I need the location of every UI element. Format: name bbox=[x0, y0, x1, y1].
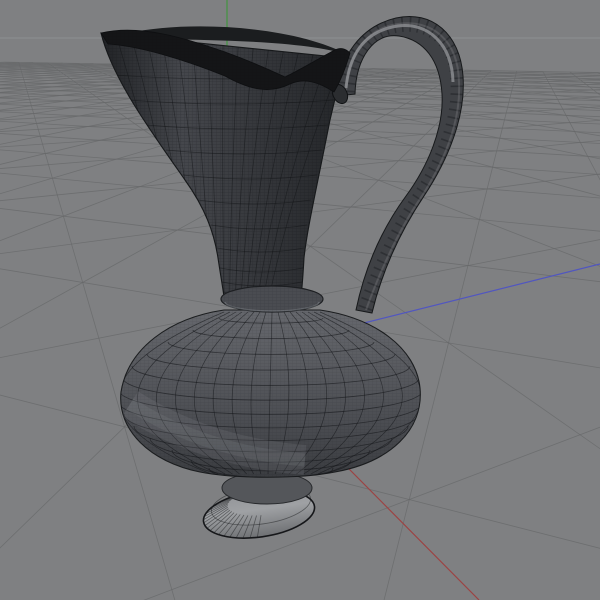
pitcher-body[interactable] bbox=[118, 308, 426, 485]
pitcher-model[interactable] bbox=[98, 16, 464, 545]
scene-svg bbox=[0, 0, 600, 600]
pitcher-handle[interactable] bbox=[329, 16, 464, 314]
viewport-3d[interactable] bbox=[0, 0, 600, 600]
pitcher-collar[interactable] bbox=[220, 285, 324, 313]
pitcher-foot[interactable] bbox=[200, 471, 317, 545]
